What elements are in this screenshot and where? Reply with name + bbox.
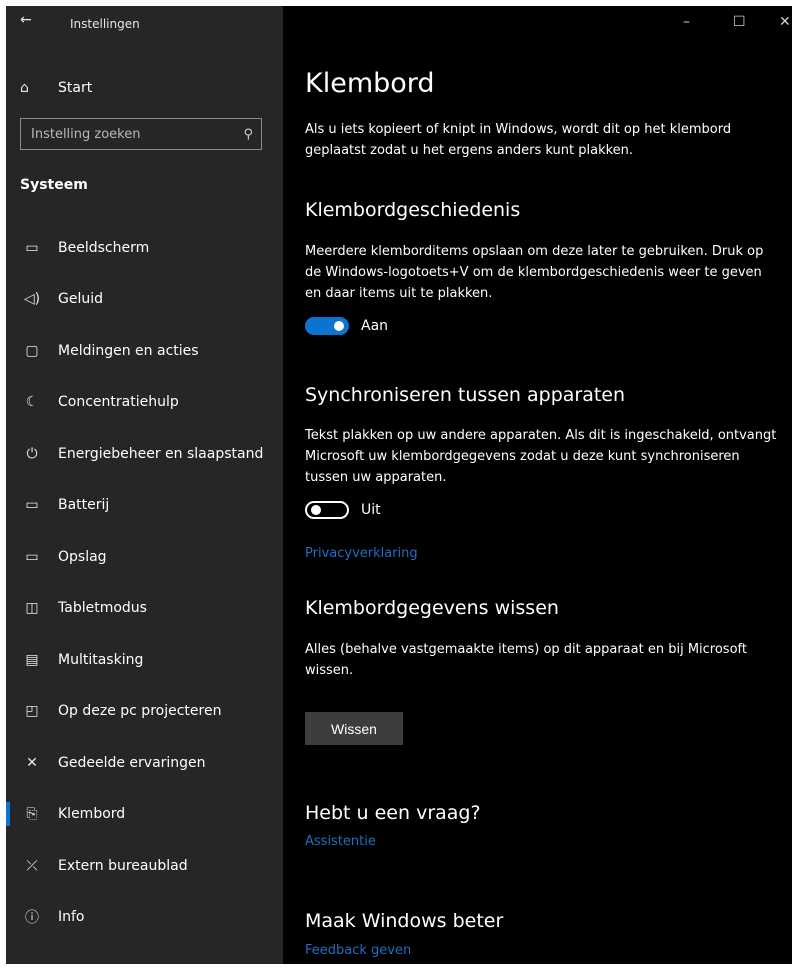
sidebar-item-label: Start <box>58 80 93 96</box>
sidebar-item-label: Tabletmodus <box>58 600 147 617</box>
minimize-icon[interactable]: – <box>683 14 690 30</box>
history-heading: Klembordgeschiedenis <box>305 199 521 221</box>
sidebar-item-energiebeheer[interactable]: ⏻ Energiebeheer en slaapstand <box>6 428 283 480</box>
search-box[interactable]: ⚲ <box>20 118 262 150</box>
sync-description: Tekst plakken op uw andere apparaten. Al… <box>305 428 777 485</box>
intro-text: Als u iets kopieert of knipt in Windows,… <box>305 122 732 158</box>
sidebar-item-label: Klembord <box>58 806 126 823</box>
sidebar: ← Instellingen ⌂ Start ⚲ Systeem ▭ Beeld… <box>6 6 283 964</box>
multitasking-icon: ▤ <box>25 651 39 668</box>
sidebar-item-info[interactable]: ⓘ Info <box>6 892 283 944</box>
clear-button[interactable]: Wissen <box>305 712 403 745</box>
sidebar-item-klembord[interactable]: ⎘ Klembord <box>6 789 283 841</box>
main-content: – ☐ ✕ Klembord Als u iets kopieert of kn… <box>283 6 792 964</box>
sidebar-item-label: Extern bureaublad <box>58 857 188 874</box>
sidebar-item-label: Info <box>58 909 85 926</box>
page-title: Klembord <box>305 68 435 99</box>
sidebar-item-label: Op deze pc projecteren <box>58 703 222 720</box>
clipboard-icon: ⎘ <box>26 806 38 823</box>
sidebar-item-projecteren[interactable]: ◰ Op deze pc projecteren <box>6 686 283 738</box>
assistance-link[interactable]: Assistentie <box>305 834 376 849</box>
moon-icon: ☾ <box>25 394 39 411</box>
monitor-icon: ▭ <box>25 239 39 256</box>
sync-toggle-switch[interactable] <box>305 501 349 519</box>
sidebar-item-label: Energiebeheer en slaapstand <box>58 445 264 462</box>
section-title: Systeem <box>20 177 88 193</box>
sidebar-item-label: Batterij <box>58 497 110 514</box>
history-toggle-switch[interactable] <box>305 317 349 335</box>
close-icon[interactable]: ✕ <box>779 14 791 30</box>
settings-window: ← Instellingen ⌂ Start ⚲ Systeem ▭ Beeld… <box>6 6 792 964</box>
sidebar-nav: ▭ Beeldscherm ◁) Geluid ▢ Meldingen en a… <box>6 222 283 943</box>
sidebar-item-label: Geluid <box>58 291 104 308</box>
window-title: Instellingen <box>70 17 140 31</box>
sidebar-item-label: Meldingen en acties <box>58 342 199 359</box>
project-icon: ◰ <box>25 703 39 720</box>
sidebar-item-opslag[interactable]: ▭ Opslag <box>6 531 283 583</box>
improve-heading: Maak Windows beter <box>305 910 504 932</box>
sidebar-item-beeldscherm[interactable]: ▭ Beeldscherm <box>6 222 283 274</box>
storage-icon: ▭ <box>25 548 39 565</box>
sidebar-item-extern-bureaublad[interactable]: ⤫ Extern bureaublad <box>6 840 283 892</box>
history-description: Meerdere klemborditems opslaan om deze l… <box>305 244 764 301</box>
privacy-link[interactable]: Privacyverklaring <box>305 546 418 561</box>
sidebar-item-label: Opslag <box>58 548 107 565</box>
sidebar-item-label: Multitasking <box>58 651 144 668</box>
speaker-icon: ◁) <box>23 291 41 308</box>
battery-icon: ▭ <box>25 497 39 514</box>
history-toggle[interactable]: Aan <box>305 317 388 335</box>
tablet-mode-icon: ◫ <box>25 600 39 617</box>
power-icon: ⏻ <box>26 445 38 462</box>
sidebar-item-geluid[interactable]: ◁) Geluid <box>6 274 283 326</box>
notification-icon: ▢ <box>25 342 39 359</box>
sidebar-item-tabletmodus[interactable]: ◫ Tabletmodus <box>6 583 283 635</box>
sidebar-item-label: Concentratiehulp <box>58 394 179 411</box>
sync-toggle-label: Uit <box>361 502 381 518</box>
sync-heading: Synchroniseren tussen apparaten <box>305 384 626 406</box>
sidebar-item-batterij[interactable]: ▭ Batterij <box>6 480 283 532</box>
sidebar-item-label: Beeldscherm <box>58 239 150 256</box>
search-icon[interactable]: ⚲ <box>243 127 253 142</box>
back-arrow-icon[interactable]: ← <box>20 12 32 28</box>
sidebar-item-concentratiehulp[interactable]: ☾ Concentratiehulp <box>6 377 283 429</box>
sidebar-item-multitasking[interactable]: ▤ Multitasking <box>6 634 283 686</box>
maximize-icon[interactable]: ☐ <box>733 14 746 30</box>
sidebar-item-meldingen[interactable]: ▢ Meldingen en acties <box>6 325 283 377</box>
search-input[interactable] <box>29 125 244 143</box>
sidebar-item-start[interactable]: ⌂ Start <box>20 77 92 99</box>
shared-experiences-icon: ✕ <box>26 754 38 771</box>
clear-heading: Klembordgegevens wissen <box>305 597 559 619</box>
sidebar-item-label: Gedeelde ervaringen <box>58 754 206 771</box>
sync-toggle[interactable]: Uit <box>305 501 381 519</box>
info-icon: ⓘ <box>25 910 39 927</box>
feedback-link[interactable]: Feedback geven <box>305 943 411 958</box>
clear-description: Alles (behalve vastgemaakte items) op di… <box>305 642 747 678</box>
question-heading: Hebt u een vraag? <box>305 802 481 824</box>
remote-desktop-icon: ⤫ <box>26 857 38 874</box>
history-toggle-label: Aan <box>361 318 389 334</box>
home-icon: ⌂ <box>20 80 29 96</box>
sidebar-item-gedeelde-ervaringen[interactable]: ✕ Gedeelde ervaringen <box>6 737 283 789</box>
